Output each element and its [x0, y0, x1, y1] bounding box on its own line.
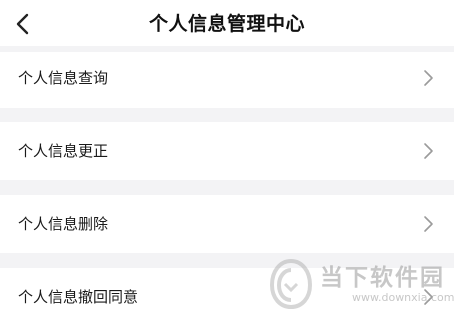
menu-item-label: 个人信息更正	[18, 142, 109, 160]
page-title: 个人信息管理中心	[148, 13, 305, 35]
menu-item-label: 个人信息查询	[18, 69, 109, 87]
menu-item-label: 个人信息删除	[18, 215, 109, 233]
chevron-right-icon	[422, 142, 434, 160]
menu-item-label: 个人信息撤回同意	[18, 288, 139, 306]
menu-item-delete[interactable]: 个人信息删除	[0, 195, 454, 253]
menu-item-withdraw-consent[interactable]: 个人信息撤回同意	[0, 268, 454, 327]
top-bar: 个人信息管理中心	[0, 0, 454, 46]
chevron-right-icon	[422, 288, 434, 306]
menu-item-correct[interactable]: 个人信息更正	[0, 122, 454, 180]
menu-item-query[interactable]: 个人信息查询	[0, 52, 454, 108]
chevron-right-icon	[422, 215, 434, 233]
chevron-right-icon	[422, 69, 434, 87]
